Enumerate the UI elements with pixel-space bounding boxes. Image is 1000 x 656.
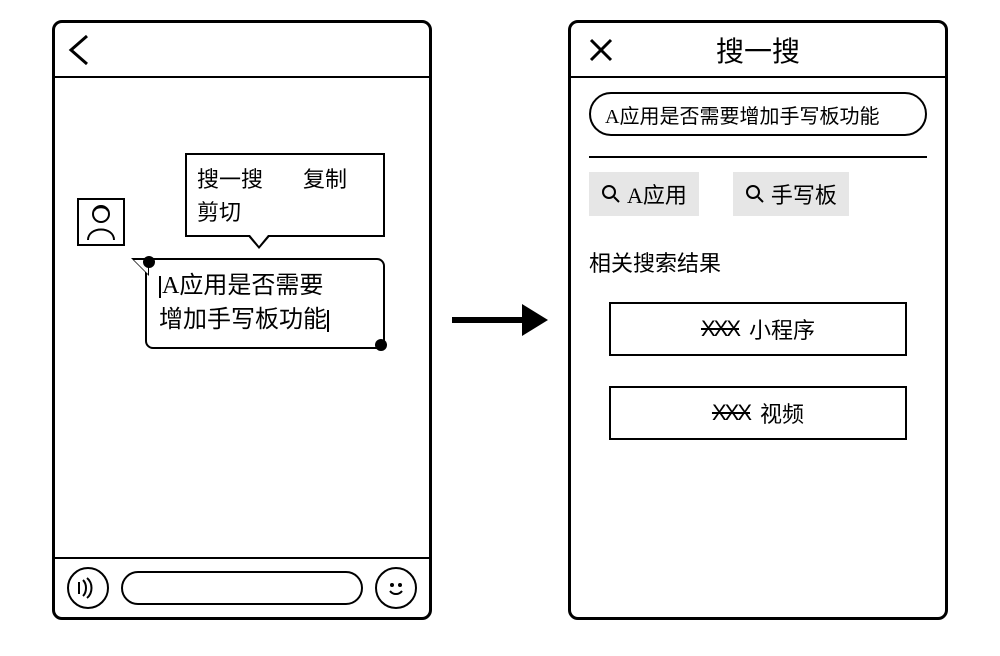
menu-item-cut[interactable]: 剪切 xyxy=(197,200,241,225)
chip-app[interactable]: A应用 xyxy=(589,172,699,216)
chat-screen: 搜一搜 复制 剪切 A应用是否需要 增加手写板功能 xyxy=(52,20,432,620)
selection-handle-start[interactable] xyxy=(143,256,155,268)
results-heading: 相关搜索结果 xyxy=(589,246,927,278)
result-video[interactable]: XXX 视频 xyxy=(609,386,907,440)
transition-arrow-icon xyxy=(452,304,548,336)
close-icon[interactable] xyxy=(581,36,621,64)
voice-icon[interactable] xyxy=(67,567,109,609)
chip-label: 手写板 xyxy=(771,178,837,210)
keyword-chips: A应用 手写板 xyxy=(589,172,927,216)
search-input[interactable]: A应用是否需要增加手写板功能 xyxy=(589,92,927,136)
page-title: 搜一搜 xyxy=(571,30,945,70)
search-input-value: A应用是否需要增加手写板功能 xyxy=(605,100,879,129)
placeholder-text: XXX xyxy=(712,400,750,426)
chat-message-bubble[interactable]: A应用是否需要 增加手写板功能 xyxy=(145,258,385,349)
chip-handwrite[interactable]: 手写板 xyxy=(733,172,849,216)
result-label: 小程序 xyxy=(749,313,815,345)
menu-item-copy[interactable]: 复制 xyxy=(303,163,347,196)
chat-header xyxy=(55,23,429,78)
message-line1: A应用是否需要 xyxy=(162,273,323,299)
emoji-icon[interactable] xyxy=(375,567,417,609)
chat-input-bar xyxy=(55,557,429,617)
menu-item-search[interactable]: 搜一搜 xyxy=(197,163,263,196)
search-icon xyxy=(601,184,621,204)
search-body: A应用是否需要增加手写板功能 A应用 手写板 xyxy=(571,78,945,617)
avatar[interactable] xyxy=(77,198,125,246)
chat-body: 搜一搜 复制 剪切 A应用是否需要 增加手写板功能 xyxy=(55,78,429,557)
menu-caret-icon xyxy=(247,235,271,249)
result-label: 视频 xyxy=(760,397,804,429)
back-icon[interactable] xyxy=(65,33,93,67)
search-screen: 搜一搜 A应用是否需要增加手写板功能 A应用 xyxy=(568,20,948,620)
selection-handle-end[interactable] xyxy=(375,339,387,351)
message-input[interactable] xyxy=(121,571,363,605)
divider xyxy=(589,156,927,158)
chip-label: A应用 xyxy=(627,178,687,210)
result-mini-program[interactable]: XXX 小程序 xyxy=(609,302,907,356)
placeholder-text: XXX xyxy=(701,316,739,342)
message-line2: 增加手写板功能 xyxy=(159,307,327,333)
text-cursor-icon xyxy=(327,310,329,332)
text-selection-menu: 搜一搜 复制 剪切 xyxy=(185,153,385,237)
search-header: 搜一搜 xyxy=(571,23,945,78)
text-cursor-icon xyxy=(159,276,161,298)
search-icon xyxy=(745,184,765,204)
